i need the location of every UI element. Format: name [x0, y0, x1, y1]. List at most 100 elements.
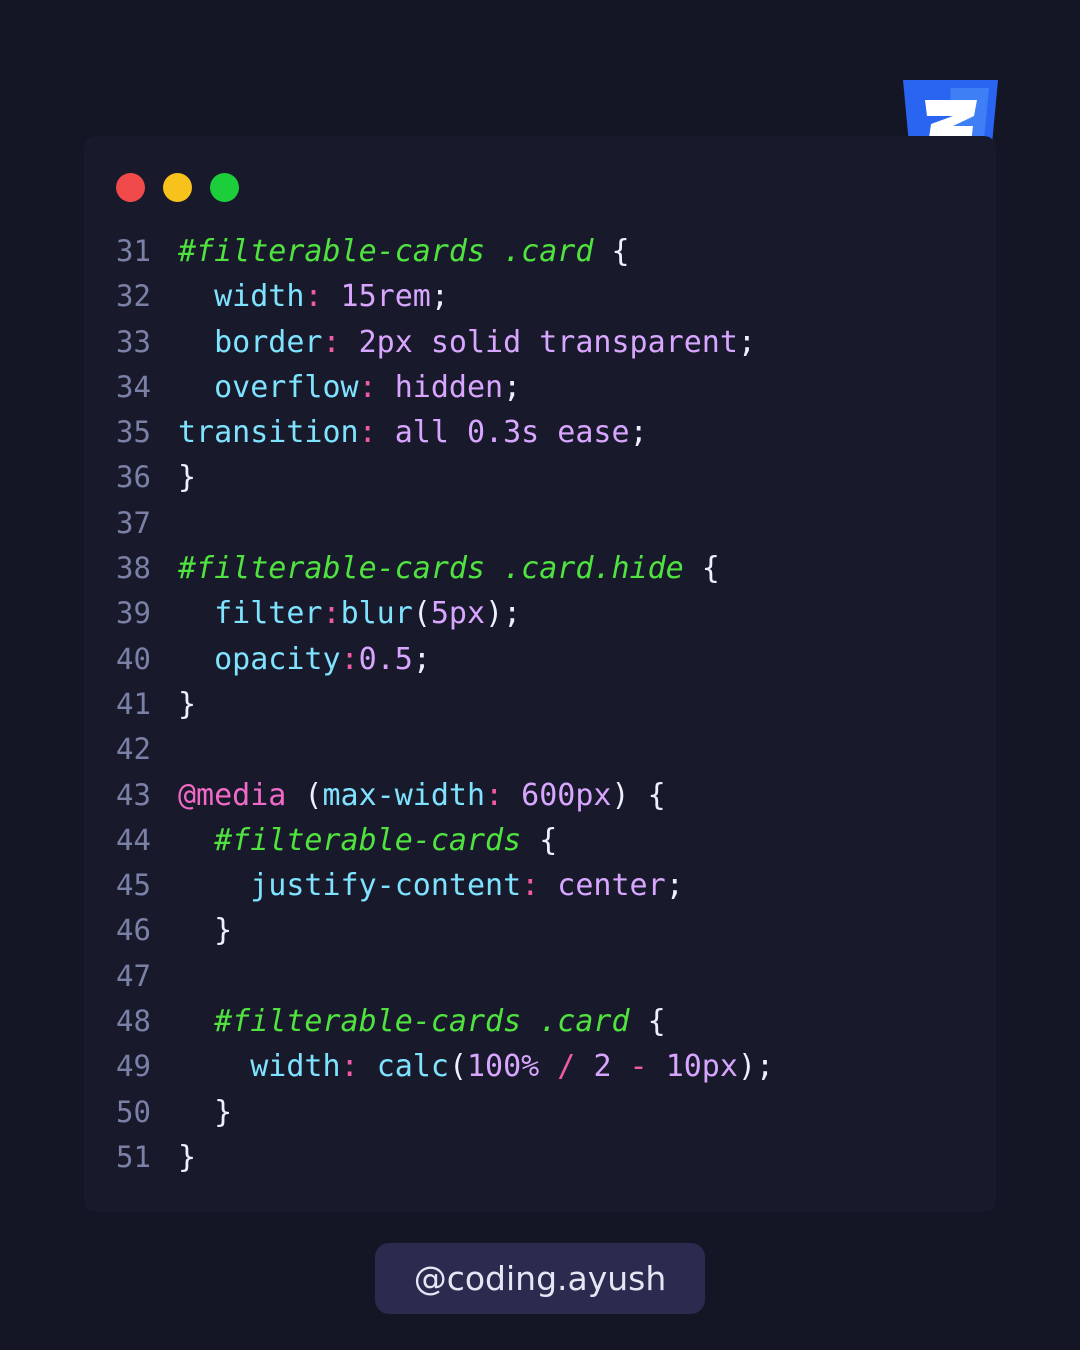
author-handle-badge[interactable]: @coding.ayush [375, 1243, 705, 1314]
code-token-punct: ( [448, 1049, 467, 1085]
code-line: 51} [84, 1135, 996, 1180]
code-token-prop: width [250, 1049, 341, 1085]
code-text: width: 15rem; [178, 274, 449, 319]
code-token-punct: { [629, 1004, 666, 1040]
code-line: 45 justify-content: center; [84, 863, 996, 908]
code-token-punct: ( [286, 777, 323, 813]
code-token-punct: { [521, 822, 558, 858]
code-text: transition: all 0.3s ease; [178, 410, 648, 455]
code-token-at: @media [178, 777, 287, 813]
code-token-punct: ; [629, 415, 648, 451]
code-token-prop: border [214, 324, 323, 360]
code-token-indent [178, 1049, 250, 1084]
code-token-punct: ; [737, 324, 756, 360]
code-editor: 31 #filterable-cards .card {32 width: 15r… [84, 229, 996, 1180]
code-token-indent [178, 370, 214, 405]
code-text: #filterable-cards .card { [178, 229, 630, 274]
line-number: 42 [116, 732, 151, 767]
code-line: 46 } [84, 908, 996, 953]
code-text: } [178, 908, 232, 953]
code-text: filter:blur(5px); [178, 591, 521, 636]
code-token-punct: { [593, 234, 630, 269]
code-token-indent [178, 1095, 214, 1130]
code-token-colon: : [322, 324, 341, 360]
code-token-indent [178, 325, 214, 360]
code-token-prop: overflow [214, 369, 359, 405]
code-token-colon: : [358, 369, 377, 405]
code-line: 44 #filterable-cards { [84, 818, 996, 863]
code-line: 42 [84, 727, 996, 772]
code-token-value: 2 [593, 1049, 612, 1085]
code-line: 35 transition: all 0.3s ease; [84, 410, 996, 455]
code-token-punct: { [683, 551, 720, 587]
author-handle: @coding.ayush [413, 1259, 667, 1298]
line-number: 38 [116, 551, 151, 586]
code-token-punct: ); [737, 1049, 775, 1085]
code-token-value: 5px [430, 596, 486, 632]
code-token-colon: : [358, 415, 377, 451]
code-token-colon: : [340, 1049, 359, 1085]
code-line: 32 width: 15rem; [84, 274, 996, 319]
code-window: 31 #filterable-cards .card {32 width: 15r… [84, 136, 996, 1212]
code-token-punct: } [214, 1094, 233, 1130]
line-number: 31 [116, 234, 151, 268]
code-token-op: / [539, 1049, 594, 1085]
line-number: 51 [116, 1139, 151, 1174]
code-line: 38 #filterable-cards .card.hide { [84, 546, 996, 591]
code-text: #filterable-cards { [178, 818, 557, 863]
code-text: @media (max-width: 600px) { [178, 773, 666, 818]
code-token-punct: ) { [611, 777, 666, 813]
code-text: } [178, 455, 196, 500]
code-token-punct [359, 1049, 377, 1084]
code-token-punct: ; [412, 641, 431, 677]
code-token-value: 100% [467, 1049, 540, 1085]
close-dot[interactable] [116, 173, 145, 202]
line-number: 44 [116, 822, 151, 857]
code-token-colon: : [322, 596, 341, 632]
code-text: #filterable-cards .card.hide { [178, 546, 720, 591]
line-number: 48 [116, 1004, 151, 1039]
code-text: opacity:0.5; [178, 637, 431, 682]
code-token-punct: } [178, 686, 197, 722]
code-line: 33 border: 2px solid transparent; [84, 320, 996, 365]
code-token-prop: filter [214, 596, 323, 632]
code-token-indent [178, 868, 250, 903]
code-token-indent [178, 1004, 214, 1039]
code-token-value: hidden [376, 369, 504, 405]
code-line: 31 #filterable-cards .card { [84, 229, 996, 274]
maximize-dot[interactable] [210, 173, 239, 202]
code-token-punct: ; [430, 279, 449, 315]
line-number: 33 [116, 324, 151, 359]
code-text: overflow: hidden; [178, 365, 521, 410]
code-line: 41} [84, 682, 996, 727]
line-number: 36 [116, 460, 151, 495]
code-line: 50 } [84, 1090, 996, 1135]
code-line: 39 filter:blur(5px); [84, 591, 996, 636]
code-token-prop: calc [376, 1049, 449, 1085]
code-token-selector: #filterable-cards [214, 822, 522, 858]
code-text: justify-content: center; [178, 863, 684, 908]
code-token-colon: : [340, 641, 359, 677]
line-number: 43 [116, 777, 151, 812]
code-token-value: 15rem [322, 279, 431, 315]
code-text: #filterable-cards .card { [178, 999, 666, 1044]
code-token-selector: #filterable-cards .card.hide [178, 551, 684, 587]
line-number: 32 [116, 279, 151, 314]
code-token-indent [178, 913, 214, 948]
code-text: border: 2px solid transparent; [178, 320, 756, 365]
code-text: } [178, 682, 196, 727]
line-number: 34 [116, 369, 151, 404]
line-number: 45 [116, 868, 151, 903]
code-token-value: 0.5 [358, 641, 413, 677]
code-token-value: 10px [665, 1049, 738, 1085]
code-token-punct: ); [485, 596, 522, 632]
code-token-punct: ( [412, 596, 431, 632]
code-token-value: center [539, 868, 666, 904]
code-line: 40 opacity:0.5; [84, 637, 996, 682]
minimize-dot[interactable] [163, 173, 192, 202]
code-token-prop: blur [340, 596, 413, 632]
code-token-punct: ; [503, 369, 522, 405]
line-number: 47 [116, 958, 151, 993]
line-number: 46 [116, 913, 151, 948]
line-number: 41 [116, 686, 151, 721]
